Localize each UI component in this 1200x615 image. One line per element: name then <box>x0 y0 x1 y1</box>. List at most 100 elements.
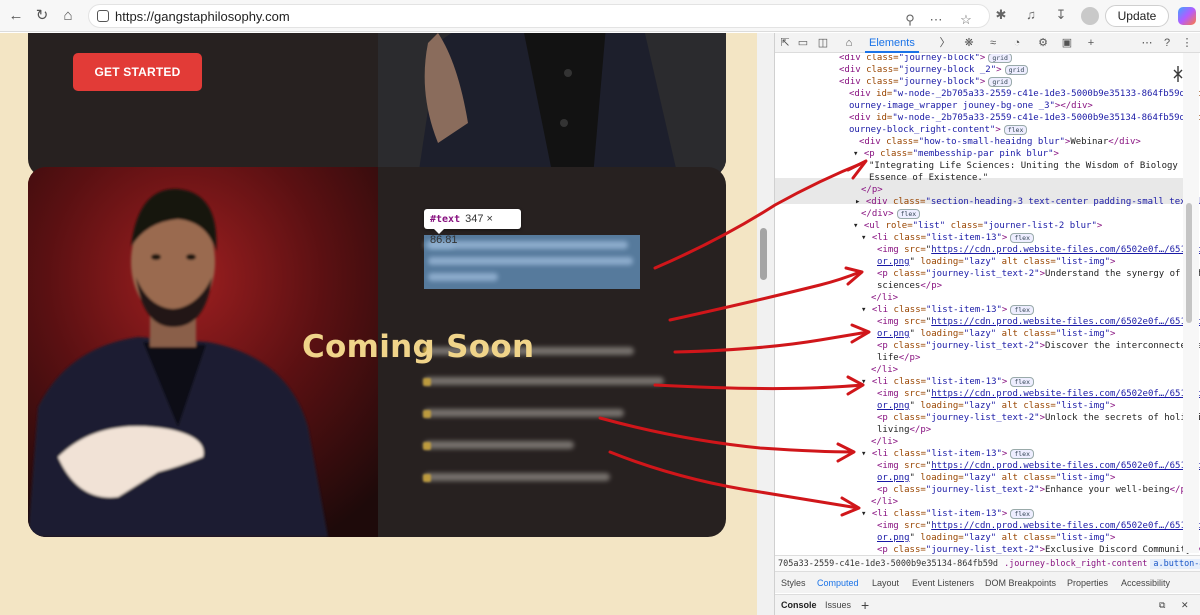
performance-icon[interactable]: ◔ <box>1009 35 1025 51</box>
tab-layout[interactable]: Layout <box>872 572 899 594</box>
more-options-icon[interactable]: ⋯ <box>927 11 945 29</box>
dom-line[interactable]: or.png" loading="lazy" alt class="list-i… <box>877 328 1115 340</box>
styles-subtabs: Styles Computed Layout Event Listeners D… <box>775 571 1200 596</box>
add-drawer-tab-icon[interactable]: + <box>861 595 869 615</box>
sources-bug-icon[interactable]: ❋ <box>961 35 977 51</box>
dom-line[interactable]: ▾ <li class="list-item-13"> flex <box>861 508 1034 520</box>
dom-line[interactable]: <p class="journey-list_text-2">Unlock th… <box>877 412 1200 424</box>
dom-line[interactable]: <div class="journey-block _2"> grid <box>839 64 1029 76</box>
device-toolbar-icon[interactable]: ▭ <box>795 35 811 51</box>
dom-line[interactable]: ourney-block_right-content"> flex <box>849 124 1028 136</box>
dom-line[interactable]: <div id="w-node-_2b705a33-2559-c41e-1de3… <box>849 112 1200 124</box>
blurred-list-item-2 <box>424 377 664 385</box>
dom-line[interactable]: or.png" loading="lazy" alt class="list-i… <box>877 532 1115 544</box>
dom-line[interactable]: life</p> <box>877 352 920 364</box>
inspect-element-icon[interactable]: ⇱ <box>777 35 793 51</box>
address-bar[interactable]: https://gangstaphilosophy.com ⚲ ⋯ ☆ <box>88 4 990 28</box>
dom-line[interactable]: ▾ <p class="membesship-par pink blur"> <box>853 148 1059 160</box>
network-wifi-icon[interactable]: ≈ <box>985 35 1001 51</box>
tab-computed[interactable]: Computed <box>817 572 859 596</box>
welcome-home-icon[interactable]: ⌂ <box>841 35 857 51</box>
copilot-icon[interactable] <box>1178 7 1196 25</box>
more-tools-plus-icon[interactable]: + <box>1083 35 1099 51</box>
dom-line[interactable]: </li> <box>871 292 898 304</box>
dom-line[interactable]: <img src="https://cdn.prod.website-files… <box>877 520 1200 532</box>
tab-dom-breakpoints[interactable]: DOM Breakpoints <box>985 572 1056 594</box>
dom-line[interactable]: <img src="https://cdn.prod.website-files… <box>877 388 1200 400</box>
dom-line[interactable]: ▾ <li class="list-item-13"> flex <box>861 376 1034 388</box>
tab-accessibility[interactable]: Accessibility <box>1121 572 1170 594</box>
tab-properties[interactable]: Properties <box>1067 572 1108 594</box>
dom-line[interactable]: </div> flex <box>861 208 921 220</box>
application-icon[interactable]: ▣ <box>1059 35 1075 51</box>
inspect-tooltip: #text 347 × 86.81 <box>424 209 521 246</box>
dom-line[interactable]: living</p> <box>877 424 931 436</box>
tab-elements[interactable]: Elements <box>865 33 919 53</box>
console-icon[interactable]: 〉 <box>937 35 953 51</box>
elements-tab-label: Elements <box>869 37 915 49</box>
dom-line[interactable]: ourney-image_wrapper jouney-bg-one _3"><… <box>849 100 1093 112</box>
more-tabs-icon[interactable]: ⋯ <box>1139 35 1155 51</box>
dom-tree-scrollbar-thumb[interactable] <box>1186 203 1192 323</box>
dom-line[interactable]: </p> <box>861 184 883 196</box>
back-icon[interactable]: ← <box>6 6 26 26</box>
close-drawer-icon[interactable]: ✕ <box>1181 595 1189 615</box>
dom-line[interactable]: <img src="https://cdn.prod.website-files… <box>877 316 1200 328</box>
dom-line[interactable]: <div id="w-node-_2b705a33-2559-c41e-1de3… <box>849 88 1200 100</box>
home-icon[interactable]: ⌂ <box>58 6 78 26</box>
dom-line[interactable]: <img src="https://cdn.prod.website-files… <box>877 460 1200 472</box>
sidebar-toggle-icon[interactable]: ◫ <box>815 35 831 51</box>
selected-text-line-1[interactable]: "Integrating Life Sciences: Uniting the … <box>869 160 1200 172</box>
help-icon[interactable]: ? <box>1159 35 1175 51</box>
dom-line[interactable]: </li> <box>871 436 898 448</box>
drawer-tabs: Console Issues + ⧉ ✕ <box>775 594 1200 615</box>
dom-line[interactable]: or.png" loading="lazy" alt class="list-i… <box>877 256 1115 268</box>
dom-line[interactable]: </li> <box>871 364 898 376</box>
customize-menu-icon[interactable]: ⋮ <box>1179 35 1195 51</box>
music-icon[interactable]: ♫ <box>1022 6 1040 24</box>
update-button[interactable]: Update <box>1105 5 1169 27</box>
dom-line[interactable]: <p class="journey-list_text-2">Exclusive… <box>877 544 1200 554</box>
dom-line[interactable]: </li> <box>871 496 898 508</box>
dom-line[interactable]: <p class="journey-list_text-2">Understan… <box>877 268 1200 280</box>
dom-line[interactable]: ▾ <li class="list-item-13"> flex <box>861 448 1034 460</box>
list-bullet-icon <box>423 378 431 386</box>
dom-line[interactable]: or.png" loading="lazy" alt class="list-i… <box>877 400 1115 412</box>
dom-line[interactable]: <div class="how-to-small-heaidng blur">W… <box>859 136 1141 148</box>
dom-line[interactable]: <p class="journey-list_text-2">Discover … <box>877 340 1200 352</box>
dom-line[interactable]: or.png" loading="lazy" alt class="list-i… <box>877 472 1115 484</box>
extensions-icon[interactable]: ✱ <box>992 6 1010 24</box>
dom-line[interactable]: <p class="journey-list_text-2">Enhance y… <box>877 484 1191 496</box>
dom-line[interactable]: sciences</p> <box>877 280 942 292</box>
blurred-list-item-5 <box>424 473 610 481</box>
zoom-icon[interactable]: ⚲ <box>901 11 919 29</box>
journey-block-card: GET STARTED <box>28 33 726 177</box>
list-bullet-icon <box>423 474 431 482</box>
dom-line[interactable]: <img src="https://cdn.prod.website-files… <box>877 244 1200 256</box>
dom-line[interactable]: ▸ <div class="section-heading-3 text-cen… <box>855 196 1200 208</box>
page-scrollbar-thumb[interactable] <box>760 228 767 280</box>
get-started-button[interactable]: GET STARTED <box>73 53 202 91</box>
tab-event-listeners[interactable]: Event Listeners <box>912 572 974 594</box>
tab-styles[interactable]: Styles <box>781 572 806 594</box>
favorite-star-icon[interactable]: ☆ <box>957 11 975 29</box>
dom-line[interactable]: ▾ <li class="list-item-13"> flex <box>861 304 1034 316</box>
tab-console[interactable]: Console <box>781 595 817 615</box>
breadcrumb-node-id[interactable]: 705a33-2559-c41e-1de3-5000b9e35134-864fb… <box>775 559 1001 569</box>
tab-issues[interactable]: Issues <box>825 595 851 615</box>
breadcrumb-node-class[interactable]: .journey-block_right-content <box>1001 559 1150 569</box>
dom-line[interactable]: <div class="journey-block"> grid <box>839 76 1012 88</box>
settings-gear-icon[interactable]: ⚙ <box>1035 35 1051 51</box>
dom-tree[interactable]: <div class="journey-block"> grid <div cla… <box>775 54 1200 554</box>
dock-icon[interactable]: ⧉ <box>1159 595 1165 615</box>
page-scrollbar[interactable] <box>757 33 774 615</box>
download-icon[interactable]: ↧ <box>1052 6 1070 24</box>
dom-line[interactable]: ▾ <ul role="list" class="journer-list-2 … <box>853 220 1102 232</box>
dom-line[interactable]: ▾ <li class="list-item-13"> flex <box>861 232 1034 244</box>
reload-icon[interactable]: ↻ <box>32 6 52 26</box>
profile-avatar[interactable] <box>1081 7 1099 25</box>
dom-line[interactable]: <div class="journey-block"> grid <box>839 54 1012 64</box>
url-text: https://gangstaphilosophy.com <box>115 9 290 24</box>
breadcrumb-node-selected[interactable]: a.button-4.journey.hide <box>1150 559 1200 569</box>
selected-text-line-2[interactable]: Essence of Existence." <box>869 172 988 184</box>
